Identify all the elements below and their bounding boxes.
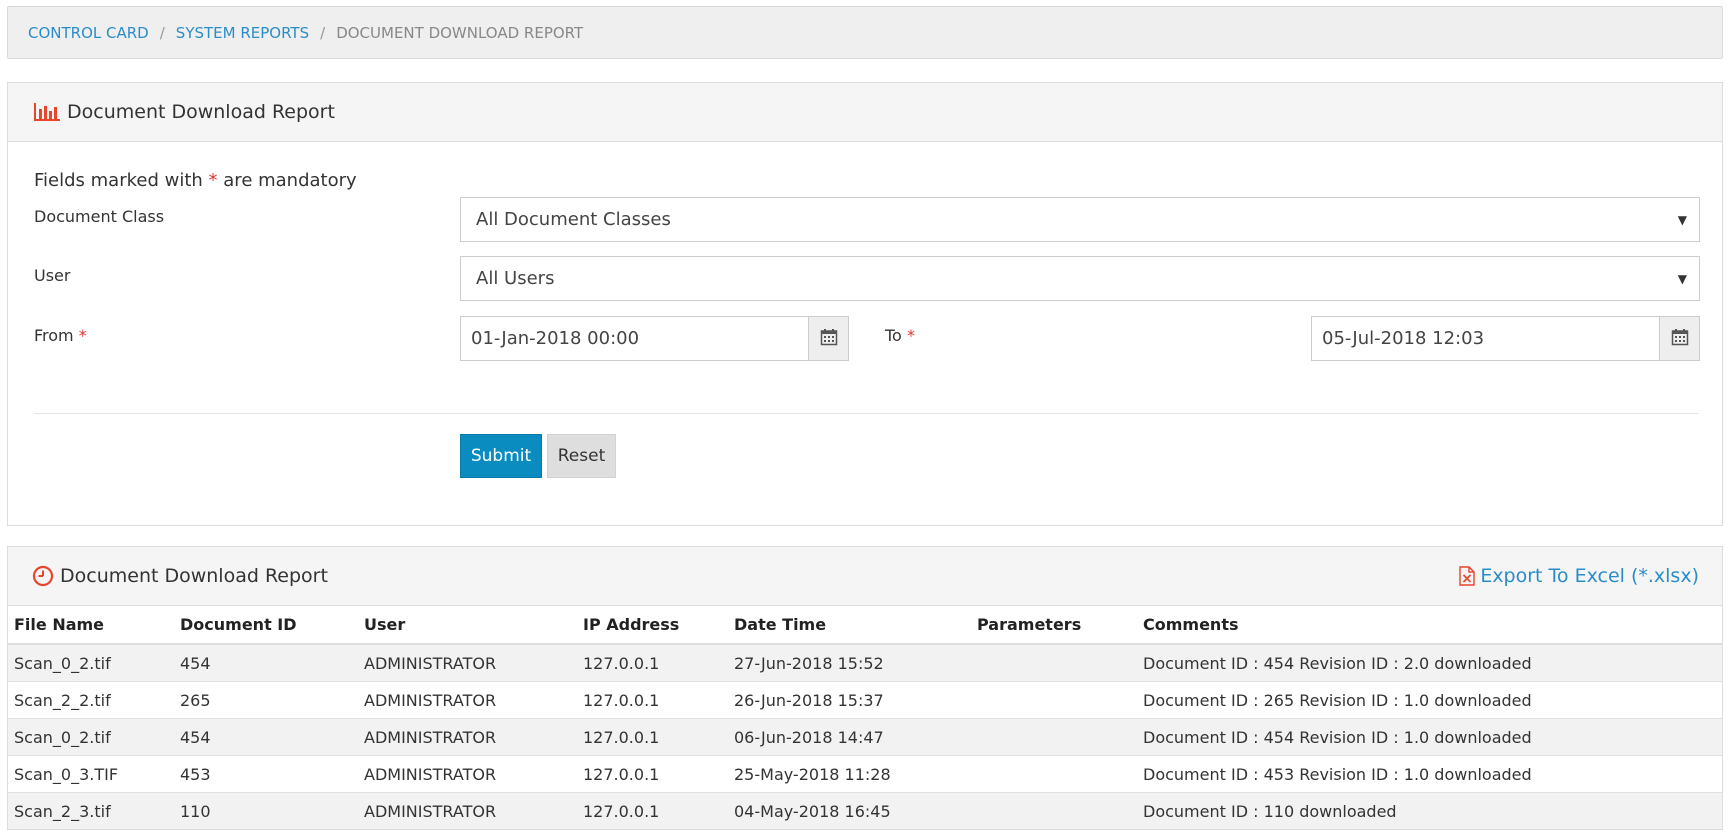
mandatory-note-text: are mandatory [223,170,357,191]
mandatory-note-text: Fields marked with [34,170,203,191]
breadcrumb-separator: / [320,23,326,42]
user-label: User [34,266,71,285]
cell-ip-address: 127.0.0.1 [577,792,728,829]
cell-document-id: 453 [174,755,358,793]
chevron-down-icon: ▼ [1677,271,1687,286]
column-header-ip-address[interactable]: IP Address [577,606,728,645]
user-select[interactable]: All Users ▼ [460,256,1700,301]
table-row: Scan_0_2.tif 454 ADMINISTRATOR 127.0.0.1… [8,718,1722,756]
cell-file-name: Scan_0_2.tif [8,718,174,756]
submit-button[interactable]: Submit [460,434,542,478]
export-excel-link[interactable]: Export To Excel (*.xlsx) [1459,565,1699,587]
from-label: From * [34,326,87,345]
cell-comments: Document ID : 454 Revision ID : 2.0 down… [1137,643,1722,682]
export-excel-label: Export To Excel (*.xlsx) [1480,565,1699,587]
required-star: * [78,326,87,345]
column-header-document-id[interactable]: Document ID [174,606,358,645]
cell-parameters [971,681,1137,719]
cell-date-time: 04-May-2018 16:45 [728,792,971,829]
cell-file-name: Scan_2_3.tif [8,792,174,829]
cell-date-time: 27-Jun-2018 15:52 [728,643,971,682]
cell-comments: Document ID : 265 Revision ID : 1.0 down… [1137,681,1722,719]
table-row: Scan_2_3.tif 110 ADMINISTRATOR 127.0.0.1… [8,792,1722,829]
breadcrumb: CONTROL CARD / SYSTEM REPORTS / DOCUMENT… [7,6,1723,59]
cell-user: ADMINISTRATOR [358,681,577,719]
report-table: File Name Document ID User IP Address Da… [8,606,1722,829]
calendar-icon [820,328,838,350]
breadcrumb-link-system-reports[interactable]: SYSTEM REPORTS [176,24,309,42]
cell-user: ADMINISTRATOR [358,792,577,829]
cell-ip-address: 127.0.0.1 [577,718,728,756]
cell-parameters [971,792,1137,829]
cell-file-name: Scan_0_2.tif [8,643,174,682]
reset-button[interactable]: Reset [547,434,616,478]
document-class-select[interactable]: All Document Classes ▼ [460,197,1700,242]
column-header-user[interactable]: User [358,606,577,645]
column-header-parameters[interactable]: Parameters [971,606,1137,645]
to-date-value: 05-Jul-2018 12:03 [1322,328,1485,349]
cell-file-name: Scan_0_3.TIF [8,755,174,793]
to-date-input[interactable]: 05-Jul-2018 12:03 [1311,316,1660,361]
cell-user: ADMINISTRATOR [358,755,577,793]
to-calendar-button[interactable] [1660,316,1700,361]
cell-ip-address: 127.0.0.1 [577,681,728,719]
panel-title: Document Download Report [60,565,328,587]
column-header-file-name[interactable]: File Name [8,606,174,645]
panel-heading: Document Download Report [8,83,1722,142]
cell-comments: Document ID : 454 Revision ID : 1.0 down… [1137,718,1722,756]
to-label-text: To [885,326,902,345]
column-header-date-time[interactable]: Date Time [728,606,971,645]
required-star: * [208,170,218,191]
cell-date-time: 06-Jun-2018 14:47 [728,718,971,756]
breadcrumb-link-control-card[interactable]: CONTROL CARD [28,24,149,42]
cell-user: ADMINISTRATOR [358,643,577,682]
cell-document-id: 454 [174,643,358,682]
cell-comments: Document ID : 110 downloaded [1137,792,1722,829]
to-date-group: 05-Jul-2018 12:03 [1311,316,1700,361]
to-label: To * [885,326,915,345]
breadcrumb-separator: / [159,23,165,42]
table-row: Scan_0_3.TIF 453 ADMINISTRATOR 127.0.0.1… [8,755,1722,793]
excel-file-icon [1459,566,1476,586]
cell-ip-address: 127.0.0.1 [577,755,728,793]
from-date-input[interactable]: 01-Jan-2018 00:00 [460,316,809,361]
user-value: All Users [476,268,555,289]
cell-ip-address: 127.0.0.1 [577,643,728,682]
cell-parameters [971,718,1137,756]
document-class-value: All Document Classes [476,209,671,230]
cell-parameters [971,755,1137,793]
cell-document-id: 265 [174,681,358,719]
cell-document-id: 110 [174,792,358,829]
bar-chart-icon [33,102,61,122]
clock-icon [32,565,54,587]
from-calendar-button[interactable] [809,316,849,361]
table-header-row: File Name Document ID User IP Address Da… [8,606,1722,645]
cell-user: ADMINISTRATOR [358,718,577,756]
column-header-comments[interactable]: Comments [1137,606,1722,645]
breadcrumb-current: DOCUMENT DOWNLOAD REPORT [336,23,584,42]
table-row: Scan_2_2.tif 265 ADMINISTRATOR 127.0.0.1… [8,681,1722,719]
cell-parameters [971,643,1137,682]
form-divider [34,413,1699,414]
required-star: * [906,326,915,345]
cell-document-id: 454 [174,718,358,756]
panel-title: Document Download Report [67,101,335,123]
from-label-text: From [34,326,74,345]
calendar-icon [1671,328,1689,350]
from-date-group: 01-Jan-2018 00:00 [460,316,849,361]
cell-comments: Document ID : 453 Revision ID : 1.0 down… [1137,755,1722,793]
cell-date-time: 26-Jun-2018 15:37 [728,681,971,719]
cell-file-name: Scan_2_2.tif [8,681,174,719]
mandatory-note: Fields marked with * are mandatory [34,170,357,191]
cell-date-time: 25-May-2018 11:28 [728,755,971,793]
chevron-down-icon: ▼ [1677,212,1687,227]
document-class-label: Document Class [34,207,165,226]
report-results-panel: Document Download Report Export To Excel… [7,546,1723,830]
from-date-value: 01-Jan-2018 00:00 [471,328,640,349]
report-filter-panel: Document Download Report Fields marked w… [7,82,1723,526]
table-row: Scan_0_2.tif 454 ADMINISTRATOR 127.0.0.1… [8,643,1722,682]
